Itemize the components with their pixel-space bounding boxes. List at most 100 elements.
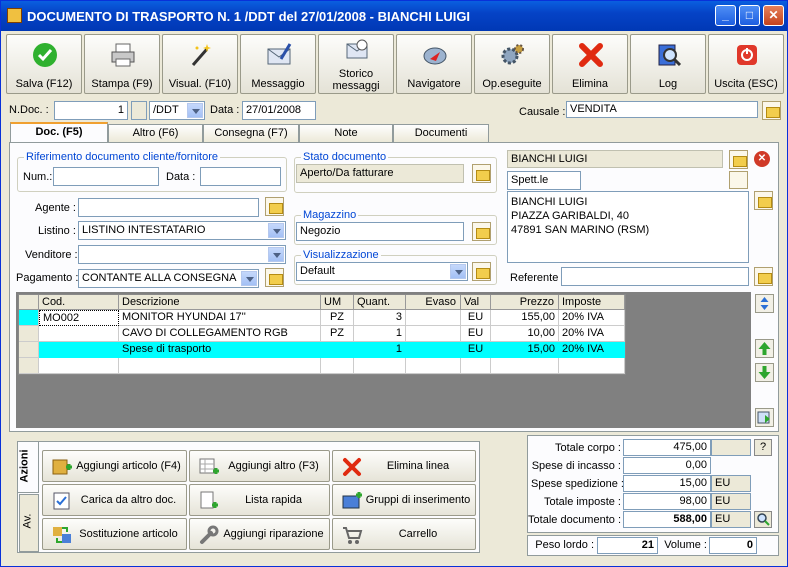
- chevron-down-icon[interactable]: [187, 103, 203, 118]
- referente-input[interactable]: [561, 267, 749, 286]
- address-box[interactable]: BIANCHI LUIGI PIAZZA GARIBALDI, 40 47891…: [507, 191, 749, 263]
- cell-um[interactable]: [321, 342, 354, 358]
- preview-button[interactable]: Visual. (F10): [162, 34, 238, 94]
- executed-ops-button[interactable]: Op.eseguite: [474, 34, 550, 94]
- cell-qty[interactable]: 1: [354, 326, 406, 342]
- venditore-combo[interactable]: [78, 245, 286, 264]
- message-button[interactable]: Messaggio: [240, 34, 316, 94]
- cell-desc[interactable]: [119, 358, 321, 374]
- load-doc-button[interactable]: Carica da altro doc.: [42, 484, 187, 516]
- cell-cod[interactable]: [39, 342, 119, 358]
- listino-combo[interactable]: LISTINO INTESTATARIO: [78, 221, 286, 240]
- visualizzazione-folder-icon[interactable]: [472, 262, 491, 281]
- move-updown-icon[interactable]: [755, 294, 774, 313]
- cell-evaso[interactable]: [406, 358, 461, 374]
- row-selector[interactable]: [19, 342, 39, 358]
- tab-documenti[interactable]: Documenti: [393, 124, 489, 142]
- stato-folder-icon[interactable]: [472, 164, 491, 183]
- cell-val[interactable]: EU: [461, 342, 491, 358]
- help-button[interactable]: ?: [754, 439, 772, 456]
- col-quant[interactable]: Quant.: [354, 295, 406, 310]
- cell-qty[interactable]: [354, 358, 406, 374]
- cell-cod[interactable]: [39, 326, 119, 342]
- add-repair-button[interactable]: Aggiungi riparazione: [189, 518, 330, 550]
- delete-button[interactable]: Elimina: [552, 34, 628, 94]
- magazzino-input[interactable]: Negozio: [296, 222, 464, 241]
- ndoc-input[interactable]: 1: [54, 101, 128, 120]
- chevron-down-icon[interactable]: [450, 264, 466, 279]
- rif-data-input[interactable]: [200, 167, 281, 186]
- cell-qty[interactable]: 1: [354, 342, 406, 358]
- side-tab-azioni[interactable]: Azioni: [17, 441, 39, 493]
- row-selector[interactable]: [19, 326, 39, 342]
- cart-button[interactable]: Carrello: [332, 518, 476, 550]
- cell-imposte[interactable]: 20% IVA: [559, 326, 625, 342]
- cell-qty[interactable]: 3: [354, 310, 406, 326]
- series-combo[interactable]: /DDT: [149, 101, 205, 120]
- col-descrizione[interactable]: Descrizione: [119, 295, 321, 310]
- move-down-icon[interactable]: [755, 363, 774, 382]
- referente-folder-icon[interactable]: [754, 267, 773, 286]
- col-prezzo[interactable]: Prezzo: [491, 295, 559, 310]
- cell-prezzo[interactable]: 155,00: [491, 310, 559, 326]
- message-history-button[interactable]: Storico messaggi: [318, 34, 394, 94]
- causale-input[interactable]: VENDITA: [566, 101, 758, 118]
- add-article-button[interactable]: Aggiungi articolo (F4): [42, 450, 187, 482]
- ndoc-extra-box[interactable]: [131, 101, 147, 120]
- chevron-down-icon[interactable]: [268, 223, 284, 238]
- cell-imposte[interactable]: 20% IVA: [559, 310, 625, 326]
- refresh-grid-icon[interactable]: [755, 408, 774, 427]
- cell-val[interactable]: [461, 358, 491, 374]
- person-icon[interactable]: [729, 171, 748, 189]
- agente-input[interactable]: [78, 198, 259, 217]
- chevron-down-icon[interactable]: [268, 247, 284, 262]
- navigator-button[interactable]: Navigatore: [396, 34, 472, 94]
- chevron-down-icon[interactable]: [241, 271, 257, 286]
- cell-evaso[interactable]: [406, 310, 461, 326]
- exit-button[interactable]: Uscita (ESC): [708, 34, 784, 94]
- save-button[interactable]: Salva (F12): [6, 34, 82, 94]
- cell-cod[interactable]: MO002: [39, 310, 119, 326]
- delete-line-button[interactable]: Elimina linea: [332, 450, 476, 482]
- visualizzazione-combo[interactable]: Default: [296, 262, 468, 281]
- cell-prezzo[interactable]: [491, 358, 559, 374]
- agente-folder-icon[interactable]: [265, 197, 284, 216]
- cell-desc[interactable]: CAVO DI COLLEGAMENTO RGB: [119, 326, 321, 342]
- tab-consegna[interactable]: Consegna (F7): [203, 124, 299, 142]
- cell-imposte[interactable]: [559, 358, 625, 374]
- row-selector[interactable]: [19, 310, 39, 326]
- close-button[interactable]: ✕: [763, 5, 784, 26]
- spese-spedizione-value[interactable]: 15,00: [623, 475, 711, 492]
- col-um[interactable]: UM: [321, 295, 354, 310]
- add-other-button[interactable]: Aggiungi altro (F3): [189, 450, 330, 482]
- cell-evaso[interactable]: [406, 342, 461, 358]
- move-up-icon[interactable]: [755, 339, 774, 358]
- tab-altro[interactable]: Altro (F6): [108, 124, 203, 142]
- cell-val[interactable]: EU: [461, 310, 491, 326]
- replace-article-button[interactable]: Sostituzione articolo: [42, 518, 187, 550]
- cell-prezzo[interactable]: 15,00: [491, 342, 559, 358]
- items-grid[interactable]: Cod. Descrizione UM Quant. Evaso Val Pre…: [18, 294, 626, 375]
- maximize-button[interactable]: □: [739, 5, 760, 26]
- pagamento-combo[interactable]: CONTANTE ALLA CONSEGNA: [78, 269, 259, 288]
- address-folder-icon[interactable]: [754, 191, 773, 210]
- cell-um[interactable]: [321, 358, 354, 374]
- zoom-icon[interactable]: [754, 511, 772, 528]
- cell-cod[interactable]: [39, 358, 119, 374]
- cell-prezzo[interactable]: 10,00: [491, 326, 559, 342]
- col-cod[interactable]: Cod.: [39, 295, 119, 310]
- cell-evaso[interactable]: [406, 326, 461, 342]
- cell-desc[interactable]: MONITOR HYUNDAI 17'': [119, 310, 321, 326]
- num-input[interactable]: [53, 167, 159, 186]
- salutation-input[interactable]: Spett.le: [507, 171, 581, 190]
- magazzino-folder-icon[interactable]: [472, 222, 491, 241]
- causale-folder-icon[interactable]: [762, 101, 781, 120]
- date-input[interactable]: 27/01/2008: [242, 101, 316, 120]
- side-tab-av[interactable]: Av.: [19, 494, 39, 552]
- pagamento-folder-icon[interactable]: [265, 268, 284, 287]
- clear-customer-icon[interactable]: ✕: [754, 151, 770, 167]
- cell-um[interactable]: PZ: [321, 326, 354, 342]
- row-selector[interactable]: [19, 358, 39, 374]
- cell-val[interactable]: EU: [461, 326, 491, 342]
- col-val[interactable]: Val: [461, 295, 491, 310]
